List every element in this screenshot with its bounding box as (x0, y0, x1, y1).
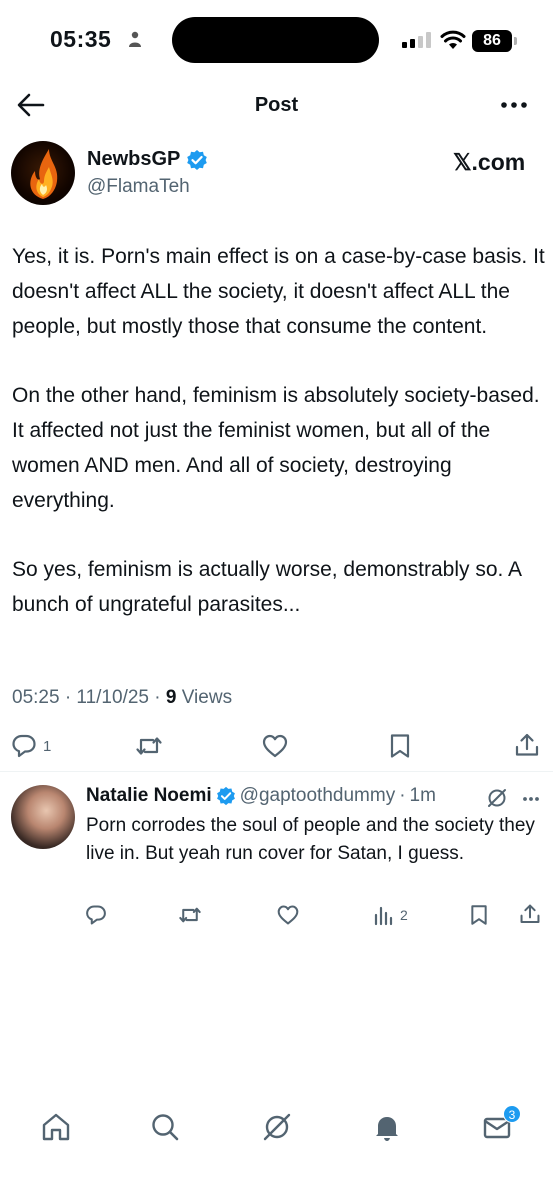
verified-icon (187, 150, 207, 170)
wifi-icon (440, 30, 466, 49)
bookmark-icon (471, 905, 487, 925)
reply-separator: · (399, 785, 406, 806)
bookmark-icon (390, 734, 410, 758)
reply-like-button[interactable] (276, 904, 300, 926)
grok-icon[interactable] (260, 1110, 294, 1144)
author-handle[interactable]: @FlamaTeh (87, 176, 190, 198)
bell-icon[interactable] (370, 1110, 404, 1144)
share-icon (520, 904, 540, 924)
reply-author-name[interactable]: Natalie Noemi (86, 785, 212, 807)
verified-icon (216, 786, 235, 806)
divider (0, 771, 553, 772)
like-button[interactable] (261, 733, 289, 759)
more-icon[interactable] (496, 92, 532, 118)
status-bar: 05:35 86 (0, 0, 553, 80)
reply-text: Porn corrodes the soul of people and the… (86, 815, 535, 864)
author-name[interactable]: NewbsGP (87, 148, 180, 171)
signal-icon (402, 32, 431, 48)
reply-icon (12, 734, 36, 758)
person-icon (129, 31, 141, 47)
reply-author-handle[interactable]: @gaptoothdummy (240, 785, 396, 807)
views-icon (374, 906, 393, 926)
reply-count: 1 (43, 737, 52, 755)
reply-reply-button[interactable] (85, 904, 107, 926)
reply-avatar[interactable] (11, 785, 75, 849)
retweet-icon (136, 737, 162, 755)
battery-tip (514, 37, 517, 45)
reply-header: Natalie Noemi @gaptoothdummy · 1m (86, 785, 436, 807)
bookmark-button[interactable] (388, 733, 412, 759)
search-icon[interactable] (148, 1110, 182, 1144)
home-icon[interactable] (39, 1110, 73, 1144)
like-icon (277, 905, 299, 925)
source-label[interactable]: 𝕏.com (453, 149, 525, 176)
reply-views-count: 2 (400, 907, 408, 923)
reply-icon (86, 905, 106, 925)
messages-badge: 3 (503, 1105, 521, 1123)
page-title: Post (254, 94, 299, 116)
bottom-nav (0, 1100, 553, 1154)
post-timestamp: 05:25 · 11/10/25 · (12, 687, 166, 708)
reply-share-button[interactable] (519, 903, 541, 925)
author-avatar[interactable] (11, 141, 75, 205)
post-meta: 05:25 · 11/10/25 · 9 Views (12, 687, 232, 709)
reply-retweet-button[interactable] (178, 904, 202, 926)
grok-icon[interactable] (485, 786, 509, 810)
share-button[interactable] (514, 732, 540, 758)
flame-image (30, 149, 58, 199)
reply-button[interactable]: 1 (11, 733, 51, 759)
more-icon[interactable] (522, 796, 540, 802)
reply-time: 1m (409, 785, 436, 806)
retweet-button[interactable] (135, 733, 163, 759)
reply-bookmark-button[interactable] (469, 904, 489, 926)
like-icon (262, 734, 288, 758)
dynamic-island (172, 17, 379, 63)
views-count: 9 (165, 687, 177, 708)
share-icon (515, 733, 539, 756)
reply-views-button[interactable]: 2 (374, 904, 408, 926)
post-text: Yes, it is. Porn's main effect is on a c… (12, 245, 545, 616)
status-time: 05:35 (50, 26, 112, 52)
post-header: Post (0, 80, 553, 130)
views-label: Views (176, 687, 233, 708)
retweet-icon (179, 907, 201, 923)
battery-indicator: 86 (472, 30, 512, 52)
